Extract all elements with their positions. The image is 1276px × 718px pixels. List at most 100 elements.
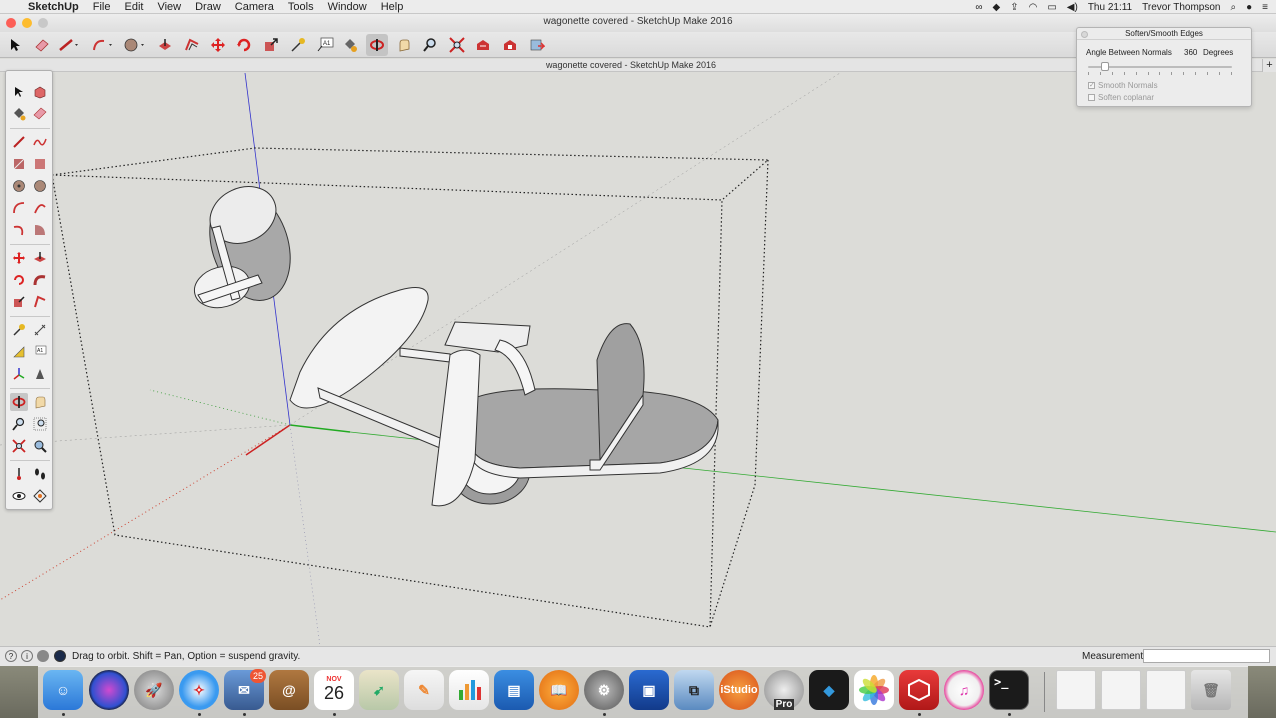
geo-location-icon[interactable]: ?	[5, 650, 17, 662]
instructor-icon[interactable]	[54, 650, 66, 662]
finder-icon[interactable]: ☺	[43, 670, 83, 710]
contacts-icon[interactable]: @	[269, 670, 309, 710]
palette-section-plane-icon[interactable]	[31, 487, 49, 505]
angle-slider[interactable]	[1088, 62, 1232, 71]
palette-arc-icon[interactable]	[10, 199, 28, 217]
3d-warehouse-icon[interactable]	[472, 34, 494, 56]
palette-move-icon[interactable]	[10, 249, 28, 267]
palette-zoom-window-icon[interactable]	[31, 415, 49, 433]
orbit-tool-icon[interactable]	[366, 34, 388, 56]
palette-2point-arc-icon[interactable]	[31, 199, 49, 217]
text-tool-icon[interactable]: A1	[314, 34, 336, 56]
photos-icon[interactable]	[854, 670, 894, 710]
push-pull-tool-icon[interactable]	[154, 34, 176, 56]
extension-warehouse-icon[interactable]	[499, 34, 521, 56]
soften-coplanar-row[interactable]: Soften coplanar	[1088, 93, 1154, 102]
palette-rotated-rectangle-icon[interactable]	[31, 155, 49, 173]
trash-icon[interactable]: 🗑	[1191, 670, 1231, 710]
modeling-viewport[interactable]	[0, 73, 1276, 646]
keynote-icon[interactable]: ▤	[494, 670, 534, 710]
menu-file[interactable]: File	[93, 1, 111, 13]
dropbox-icon[interactable]: ◆	[993, 2, 1001, 13]
palette-paint-icon[interactable]	[10, 105, 28, 123]
sketchup-icon[interactable]	[899, 670, 939, 710]
credits-icon[interactable]: i	[21, 650, 33, 662]
menu-help[interactable]: Help	[381, 1, 404, 13]
palette-dimension-icon[interactable]	[31, 321, 49, 339]
palette-pie-icon[interactable]	[31, 221, 49, 239]
paint-bucket-tool-icon[interactable]	[339, 34, 361, 56]
siri-icon[interactable]: ●	[1246, 2, 1252, 13]
user-icon[interactable]	[37, 650, 49, 662]
palette-3point-arc-icon[interactable]	[10, 221, 28, 239]
palette-zoom-icon[interactable]	[10, 415, 28, 433]
istudio-icon[interactable]: iStudio	[719, 670, 759, 710]
ibooks-icon[interactable]: 📖	[539, 670, 579, 710]
rotate-tool-icon[interactable]	[233, 34, 255, 56]
menu-camera[interactable]: Camera	[235, 1, 274, 13]
menu-edit[interactable]: Edit	[124, 1, 143, 13]
new-tab-button[interactable]: +	[1262, 59, 1276, 72]
palette-offset-icon[interactable]	[31, 293, 49, 311]
palette-scale-icon[interactable]	[10, 293, 28, 311]
document-thumbnail-1[interactable]	[1056, 670, 1096, 710]
airplay-icon[interactable]: ▭	[1047, 2, 1056, 13]
palette-look-around-icon[interactable]	[10, 487, 28, 505]
palette-walk-icon[interactable]	[31, 465, 49, 483]
measurements-field[interactable]	[1143, 649, 1270, 663]
palette-rectangle-icon[interactable]	[10, 155, 28, 173]
zoom-tool-icon[interactable]	[419, 34, 441, 56]
angle-slider-thumb[interactable]	[1101, 62, 1110, 71]
line-tool-icon[interactable]	[58, 34, 80, 56]
menu-window[interactable]: Window	[328, 1, 367, 13]
safari-icon[interactable]: ✧	[179, 670, 219, 710]
palette-zoom-extents-icon[interactable]	[10, 437, 28, 455]
palette-select-icon[interactable]	[10, 83, 28, 101]
palette-position-camera-icon[interactable]	[10, 465, 28, 483]
palette-previous-view-icon[interactable]	[31, 437, 49, 455]
upload-icon[interactable]: ⇪	[1010, 2, 1018, 13]
palette-freehand-icon[interactable]	[31, 133, 49, 151]
pages-icon[interactable]: ✎	[404, 670, 444, 710]
siri-icon[interactable]	[89, 670, 129, 710]
palette-rotate-icon[interactable]	[10, 271, 28, 289]
pan-tool-icon[interactable]	[393, 34, 415, 56]
offset-tool-icon[interactable]	[181, 34, 203, 56]
select-tool-icon[interactable]	[4, 34, 26, 56]
launchpad-icon[interactable]: 🚀	[134, 670, 174, 710]
document-thumbnail-2[interactable]	[1101, 670, 1141, 710]
palette-tape-measure-icon[interactable]	[10, 321, 28, 339]
numbers-icon[interactable]	[449, 670, 489, 710]
tape-measure-tool-icon[interactable]	[287, 34, 309, 56]
palette-3d-text-icon[interactable]	[31, 365, 49, 383]
soften-coplanar-checkbox[interactable]	[1088, 94, 1095, 101]
palette-line-icon[interactable]	[10, 133, 28, 151]
scale-tool-icon[interactable]	[260, 34, 282, 56]
remote-desktop-icon[interactable]: ▣	[629, 670, 669, 710]
smooth-normals-checkbox[interactable]: ✓	[1088, 82, 1095, 89]
menu-view[interactable]: View	[157, 1, 181, 13]
downloads-stack[interactable]	[1146, 670, 1186, 710]
palette-pan-icon[interactable]	[31, 393, 49, 411]
volume-icon[interactable]: ◀)	[1067, 2, 1078, 13]
google-earth-pro-icon[interactable]: Pro	[764, 670, 804, 710]
palette-eraser-icon[interactable]	[31, 105, 49, 123]
system-preferences-icon[interactable]: ⚙	[584, 670, 624, 710]
palette-follow-me-icon[interactable]	[31, 271, 49, 289]
wifi-icon[interactable]: ◠	[1029, 2, 1038, 13]
palette-push-pull-icon[interactable]	[31, 249, 49, 267]
palette-polygon-icon[interactable]	[31, 177, 49, 195]
palette-text-icon[interactable]: A1	[31, 343, 49, 361]
app-menu[interactable]: SketchUp	[28, 1, 79, 13]
terminal-icon[interactable]: >_	[989, 670, 1029, 710]
panel-close-icon[interactable]	[1081, 31, 1088, 38]
palette-circle-icon[interactable]	[10, 177, 28, 195]
move-tool-icon[interactable]	[207, 34, 229, 56]
preview-icon[interactable]: ⧉	[674, 670, 714, 710]
smooth-normals-row[interactable]: ✓ Smooth Normals	[1088, 81, 1158, 90]
zoom-extents-tool-icon[interactable]	[446, 34, 468, 56]
itunes-icon[interactable]: ♫	[944, 670, 984, 710]
clock[interactable]: Thu 21:11	[1088, 2, 1132, 13]
capture-icon[interactable]: ◆	[809, 670, 849, 710]
notification-center-icon[interactable]: ≡	[1262, 2, 1268, 13]
